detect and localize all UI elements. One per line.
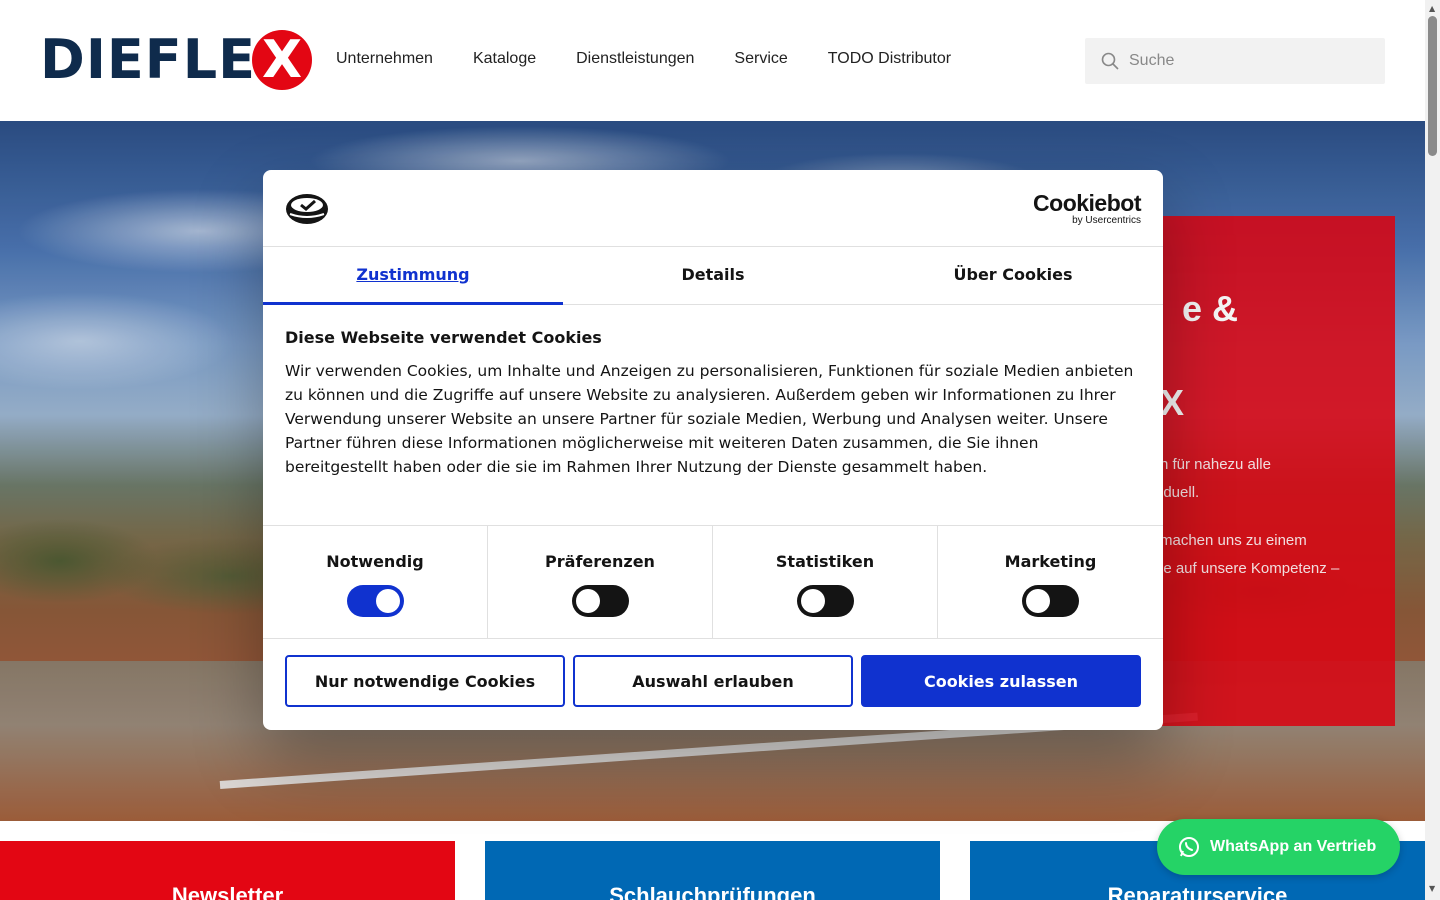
page-scrollbar[interactable]: ▲ ▼ [1425,0,1440,900]
site-header: DIEFLE X Unternehmen Kataloge Dienstleis… [0,0,1425,121]
scrollbar-thumb[interactable] [1428,16,1437,156]
cookie-category-toggles: Notwendig Präferenzen Statistiken Market… [263,525,1163,639]
whatsapp-icon [1179,837,1199,857]
toggle-knob [1026,589,1050,613]
toggle-marketing[interactable] [1022,585,1079,617]
tab-zustimmung[interactable]: Zustimmung [263,247,563,305]
cookie-buttons: Nur notwendige Cookies Auswahl erlauben … [285,655,1141,707]
cookie-tabs: Zustimmung Details Über Cookies [263,247,1163,305]
cookiebot-logo[interactable]: Cookiebot by Usercentrics [1033,190,1141,227]
whatsapp-button[interactable]: WhatsApp an Vertrieb [1157,819,1400,875]
toggle-label-notwendig: Notwendig [326,552,424,571]
scroll-down-icon[interactable]: ▼ [1429,884,1435,893]
cookie-dialog-text: Wir verwenden Cookies, um Inhalte und An… [285,362,1134,476]
nav-item-dienstleistungen[interactable]: Dienstleistungen [576,50,694,68]
tile-schlauchpruefungen[interactable]: Schlauchprüfungen [485,841,940,900]
search-icon [1101,52,1119,70]
toggle-label-praeferenzen: Präferenzen [545,552,655,571]
logo-x-mark: X [252,30,312,90]
search-box[interactable] [1085,38,1385,84]
toggle-knob [575,589,600,613]
toggle-notwendig[interactable] [346,585,404,617]
nav-item-unternehmen[interactable]: Unternehmen [336,50,433,68]
toggle-col-notwendig: Notwendig [263,526,488,639]
toggle-col-praeferenzen: Präferenzen [488,526,713,639]
accept-all-cookies-button[interactable]: Cookies zulassen [861,655,1141,707]
cookie-dialog-title: Diese Webseite verwendet Cookies [285,328,602,347]
toggle-label-marketing: Marketing [1004,552,1097,571]
toggle-col-statistiken: Statistiken [713,526,938,639]
allow-selection-button[interactable]: Auswahl erlauben [573,655,853,707]
cookie-consent-dialog: Cookiebot by Usercentrics Zustimmung Det… [263,170,1163,730]
toggle-statistiken[interactable] [796,585,854,617]
toggle-praeferenzen[interactable] [571,585,629,617]
toggle-knob [375,589,400,613]
cookie-shield-icon [286,194,328,224]
nav-item-kataloge[interactable]: Kataloge [473,50,536,68]
toggle-label-statistiken: Statistiken [775,552,875,571]
cookie-dialog-body: Diese Webseite verwendet Cookies Wir ver… [285,328,1141,479]
cookie-dialog-header: Cookiebot by Usercentrics [263,170,1163,247]
toggle-col-marketing: Marketing [938,526,1163,639]
search-input[interactable] [1129,52,1359,70]
dieflex-logo[interactable]: DIEFLE X [40,30,312,90]
scroll-up-icon[interactable]: ▲ [1429,4,1435,13]
tab-details[interactable]: Details [563,247,863,305]
tab-ueber-cookies[interactable]: Über Cookies [863,247,1163,305]
nav-item-service[interactable]: Service [734,50,787,68]
cookiebot-brand-sub: by Usercentrics [1072,215,1141,226]
cookiebot-brand: Cookiebot [1033,190,1141,216]
toggle-knob [800,589,825,613]
necessary-cookies-button[interactable]: Nur notwendige Cookies [285,655,565,707]
main-nav: Unternehmen Kataloge Dienstleistungen Se… [336,50,951,68]
tile-newsletter[interactable]: Newsletter [0,841,455,900]
logo-wordmark: DIEFLE [40,28,256,91]
whatsapp-label: WhatsApp an Vertrieb [1210,838,1377,855]
nav-item-todo-distributor[interactable]: TODO Distributor [828,50,951,68]
